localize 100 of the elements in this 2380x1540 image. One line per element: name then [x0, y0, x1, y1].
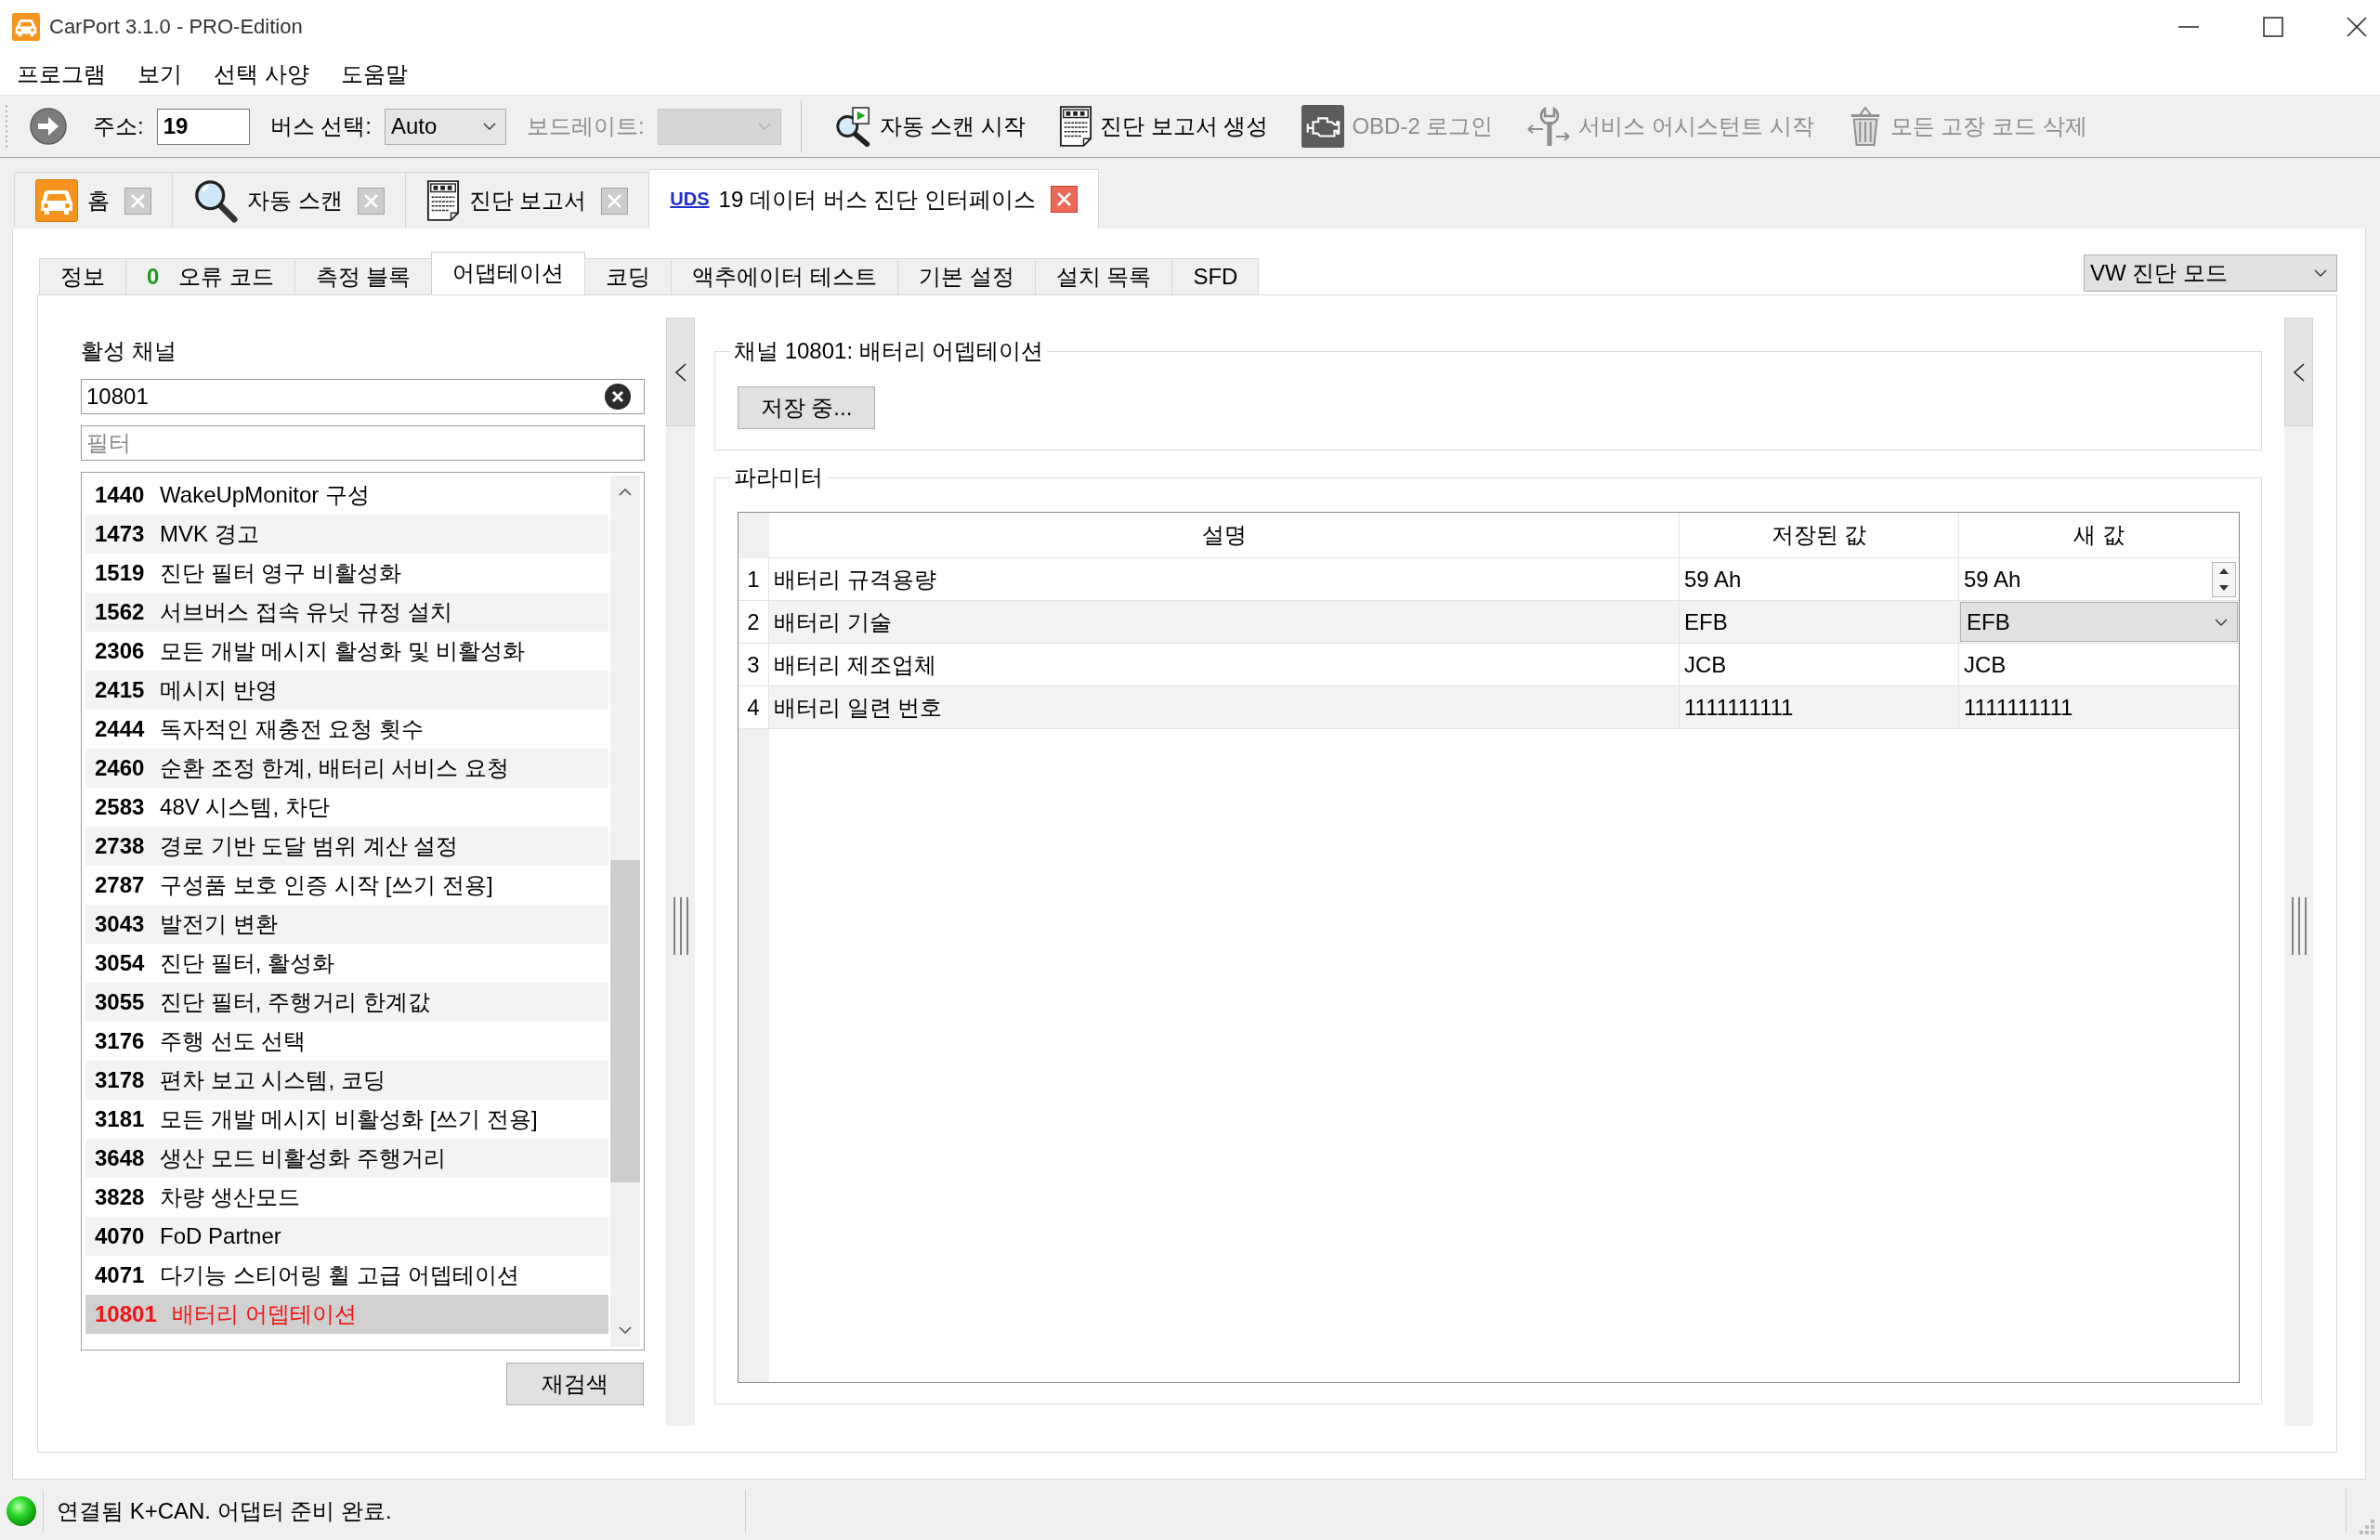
splitter-grip-icon[interactable]	[2290, 897, 2308, 955]
document-icon	[1059, 105, 1093, 148]
arrow-right-icon[interactable]	[30, 108, 67, 145]
list-item[interactable]: 3055 진단 필터, 주행거리 한계값	[85, 983, 608, 1022]
rescan-button[interactable]: 재검색	[506, 1363, 644, 1405]
close-tab-icon[interactable]	[1050, 186, 1078, 213]
list-item[interactable]: 2306 모든 개발 메시지 활성화 및 비활성화	[85, 632, 608, 671]
row-number: 3	[739, 644, 769, 686]
spin-down-icon[interactable]	[2219, 584, 2229, 591]
row-number: 4	[739, 686, 769, 729]
list-item[interactable]: 3648 생산 모드 비활성화 주행거리	[85, 1139, 608, 1178]
table-cell: 1111111111	[1959, 686, 2239, 729]
car-icon	[35, 179, 78, 222]
list-item[interactable]: 3181 모든 개발 메시지 비활성화 [쓰기 전용]	[85, 1100, 608, 1139]
menu-item[interactable]: 프로그램	[1, 59, 122, 89]
document-tab[interactable]: UDS 19 데이터 버스 진단 인터페이스	[648, 169, 1099, 228]
caret-icon	[483, 123, 496, 130]
row-number: 1	[739, 558, 769, 601]
clear-icon[interactable]	[605, 384, 631, 410]
list-item[interactable]: 2444 독자적인 재충전 요청 횟수	[85, 710, 608, 749]
save-button[interactable]: 저장 중...	[738, 386, 875, 429]
menu-item[interactable]: 선택 사양	[198, 59, 325, 89]
close-tab-icon[interactable]	[357, 187, 385, 215]
minimize-icon[interactable]	[2177, 26, 2199, 28]
menu-item[interactable]: 보기	[122, 59, 198, 89]
table-cell: 배터리 기술	[769, 601, 1680, 644]
close-tab-icon[interactable]	[601, 187, 629, 215]
table-cell: 배터리 제조업체	[769, 644, 1680, 686]
engine-icon	[1301, 105, 1345, 148]
bus-label: 버스 선택:	[269, 112, 372, 140]
scroll-down-icon[interactable]	[619, 1326, 632, 1334]
filter-field[interactable]: 필터	[81, 425, 645, 461]
list-item[interactable]: 4071 다기능 스티어링 휠 고급 어뎁테이션	[85, 1256, 608, 1295]
bus-dropdown[interactable]: Auto	[385, 108, 506, 145]
tab[interactable]: 정보	[39, 258, 126, 294]
list-item[interactable]: 3043 발전기 변환	[85, 905, 608, 944]
channel-field[interactable]: 10801	[81, 379, 645, 414]
status-text: 연결됨 K+CAN. 어댑터 준비 완료.	[57, 1496, 392, 1525]
table-cell: JCB	[1680, 644, 1959, 686]
tab[interactable]: 0 오류 코드	[125, 258, 295, 294]
spin-up-icon[interactable]	[2219, 568, 2229, 574]
splitter-grip-icon[interactable]	[672, 897, 689, 955]
list-item[interactable]: 1562 서브버스 접속 유닛 규정 설치	[85, 593, 608, 632]
list-item[interactable]: 2415 메시지 반영	[85, 671, 608, 710]
caret-icon	[2314, 269, 2327, 277]
group-title: 파라미터	[733, 464, 824, 490]
toolbar-grip-icon[interactable]	[5, 103, 8, 150]
list-item[interactable]: 4070 FoD Partner	[85, 1217, 608, 1256]
tab[interactable]: 어댑테이션	[431, 252, 586, 294]
list-item[interactable]: 3178 편차 보고 시스템, 코딩	[85, 1061, 608, 1100]
mode-dropdown[interactable]: VW 진단 모드	[2084, 254, 2337, 292]
list-item[interactable]: 3828 차량 생산모드	[85, 1178, 608, 1217]
close-icon[interactable]	[2347, 17, 2367, 37]
close-tab-icon[interactable]	[124, 187, 151, 215]
list-item[interactable]: 2787 구성품 보호 인증 시작 [쓰기 전용]	[85, 866, 608, 905]
tab[interactable]: 코딩	[584, 258, 673, 294]
chevron-left-icon	[674, 362, 687, 382]
tab[interactable]: SFD	[1171, 258, 1260, 294]
app-icon	[12, 13, 40, 41]
list-item[interactable]: 3054 진단 필터, 활성화	[85, 944, 608, 983]
table-cell: 배터리 규격용량	[769, 558, 1680, 601]
list-item[interactable]: 1519 진단 필터 영구 비활성화	[85, 554, 608, 593]
wrench-icon	[1526, 105, 1572, 148]
list-item[interactable]: 1440 WakeUpMonitor 구성	[85, 476, 608, 515]
tab[interactable]: 측정 블록	[294, 258, 433, 294]
table-cell: EFB	[1680, 601, 1959, 644]
column-header[interactable]: 저장된 값	[1680, 513, 1959, 558]
scrollbar[interactable]	[610, 476, 640, 1347]
spin-field[interactable]: 59 Ah	[1960, 559, 2238, 599]
list-item[interactable]: 3176 주행 선도 선택	[85, 1022, 608, 1061]
list-item[interactable]: 1473 MVK 경고	[85, 515, 608, 554]
toolbar-button[interactable]: 진단 보고서 생성	[1059, 105, 1269, 148]
tab[interactable]: 액추에이터 테스트	[671, 258, 899, 294]
tab[interactable]: 설치 목록	[1034, 258, 1173, 294]
value-dropdown[interactable]: EFB	[1960, 602, 2238, 642]
scrollbar-thumb[interactable]	[610, 860, 640, 1182]
address-field[interactable]: 19	[156, 108, 250, 145]
document-tab[interactable]: 홈	[14, 172, 173, 228]
list-item[interactable]: 2583 48V 시스템, 차단	[85, 788, 608, 827]
list-item[interactable]: 2738 경로 기반 도달 범위 계산 설정	[85, 827, 608, 866]
resize-grip-icon[interactable]	[2360, 1520, 2374, 1534]
scroll-up-icon[interactable]	[619, 489, 632, 496]
tab[interactable]: 기본 설정	[897, 258, 1036, 294]
magnifier-icon	[193, 178, 238, 223]
caret-icon	[2215, 618, 2228, 626]
group-title: 채널 10801: 배터리 어뎁테이션	[733, 338, 1045, 364]
address-label: 주소:	[93, 112, 144, 140]
menu-item[interactable]: 도움말	[324, 59, 424, 89]
table-cell: 59 Ah	[1680, 558, 1959, 601]
chevron-left-icon	[2293, 362, 2305, 382]
window-title: CarPort 3.1.0 - PRO-Edition	[49, 15, 303, 39]
section-label: 활성 채널	[81, 337, 177, 365]
toolbar-button[interactable]: 자동 스캔 시작	[832, 106, 1027, 147]
caret-icon	[757, 123, 771, 130]
column-header[interactable]: 설명	[769, 513, 1680, 558]
row-number: 2	[739, 601, 769, 644]
maximize-icon[interactable]	[2262, 17, 2283, 37]
table-cell: 1111111111	[1680, 686, 1959, 729]
list-item[interactable]: 2460 순환 조정 한계, 배터리 서비스 요청	[85, 749, 608, 788]
document-icon	[425, 179, 460, 222]
